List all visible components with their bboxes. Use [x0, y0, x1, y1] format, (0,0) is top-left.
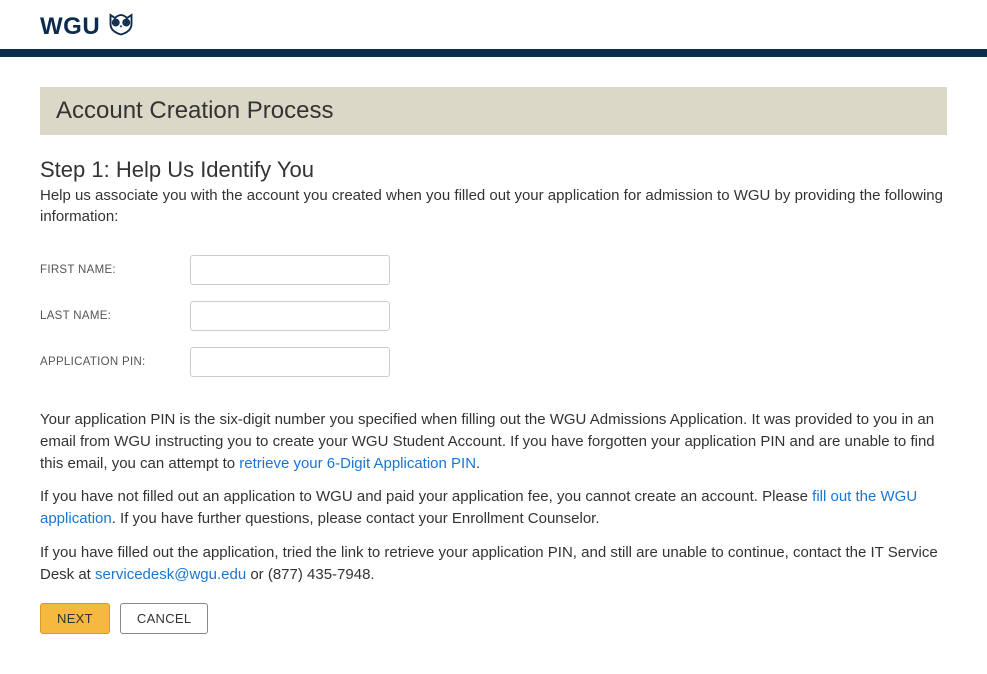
first-name-label: FIRST NAME:: [40, 264, 190, 276]
info-paragraph-pin: Your application PIN is the six-digit nu…: [40, 409, 947, 474]
header: WGU: [0, 0, 987, 49]
banner-title: Account Creation Process: [56, 97, 931, 125]
info-paragraph-support: If you have filled out the application, …: [40, 542, 947, 586]
button-row: NEXT CANCEL: [40, 603, 947, 634]
next-button[interactable]: NEXT: [40, 603, 110, 634]
logo-text: WGU: [40, 13, 100, 41]
last-name-label: LAST NAME:: [40, 310, 190, 322]
first-name-input[interactable]: [190, 255, 390, 285]
step-title: Step 1: Help Us Identify You: [40, 157, 947, 183]
retrieve-pin-link[interactable]: retrieve your 6-Digit Application PIN: [239, 455, 476, 472]
pin-label: APPLICATION PIN:: [40, 356, 190, 368]
last-name-input[interactable]: [190, 301, 390, 331]
nav-bar: [0, 49, 987, 57]
info-paragraph-apply: If you have not filled out an applicatio…: [40, 486, 947, 530]
servicedesk-email-link[interactable]: servicedesk@wgu.edu: [95, 566, 246, 583]
last-name-row: LAST NAME:: [40, 301, 947, 331]
pin-input[interactable]: [190, 347, 390, 377]
step-description: Help us associate you with the account y…: [40, 185, 947, 227]
cancel-button[interactable]: CANCEL: [120, 603, 209, 634]
owl-icon: [106, 12, 136, 41]
main-container: Account Creation Process Step 1: Help Us…: [0, 57, 987, 674]
first-name-row: FIRST NAME:: [40, 255, 947, 285]
info-section: Your application PIN is the six-digit nu…: [40, 409, 947, 585]
wgu-logo[interactable]: WGU: [40, 12, 136, 41]
page-banner: Account Creation Process: [40, 87, 947, 135]
pin-row: APPLICATION PIN:: [40, 347, 947, 377]
